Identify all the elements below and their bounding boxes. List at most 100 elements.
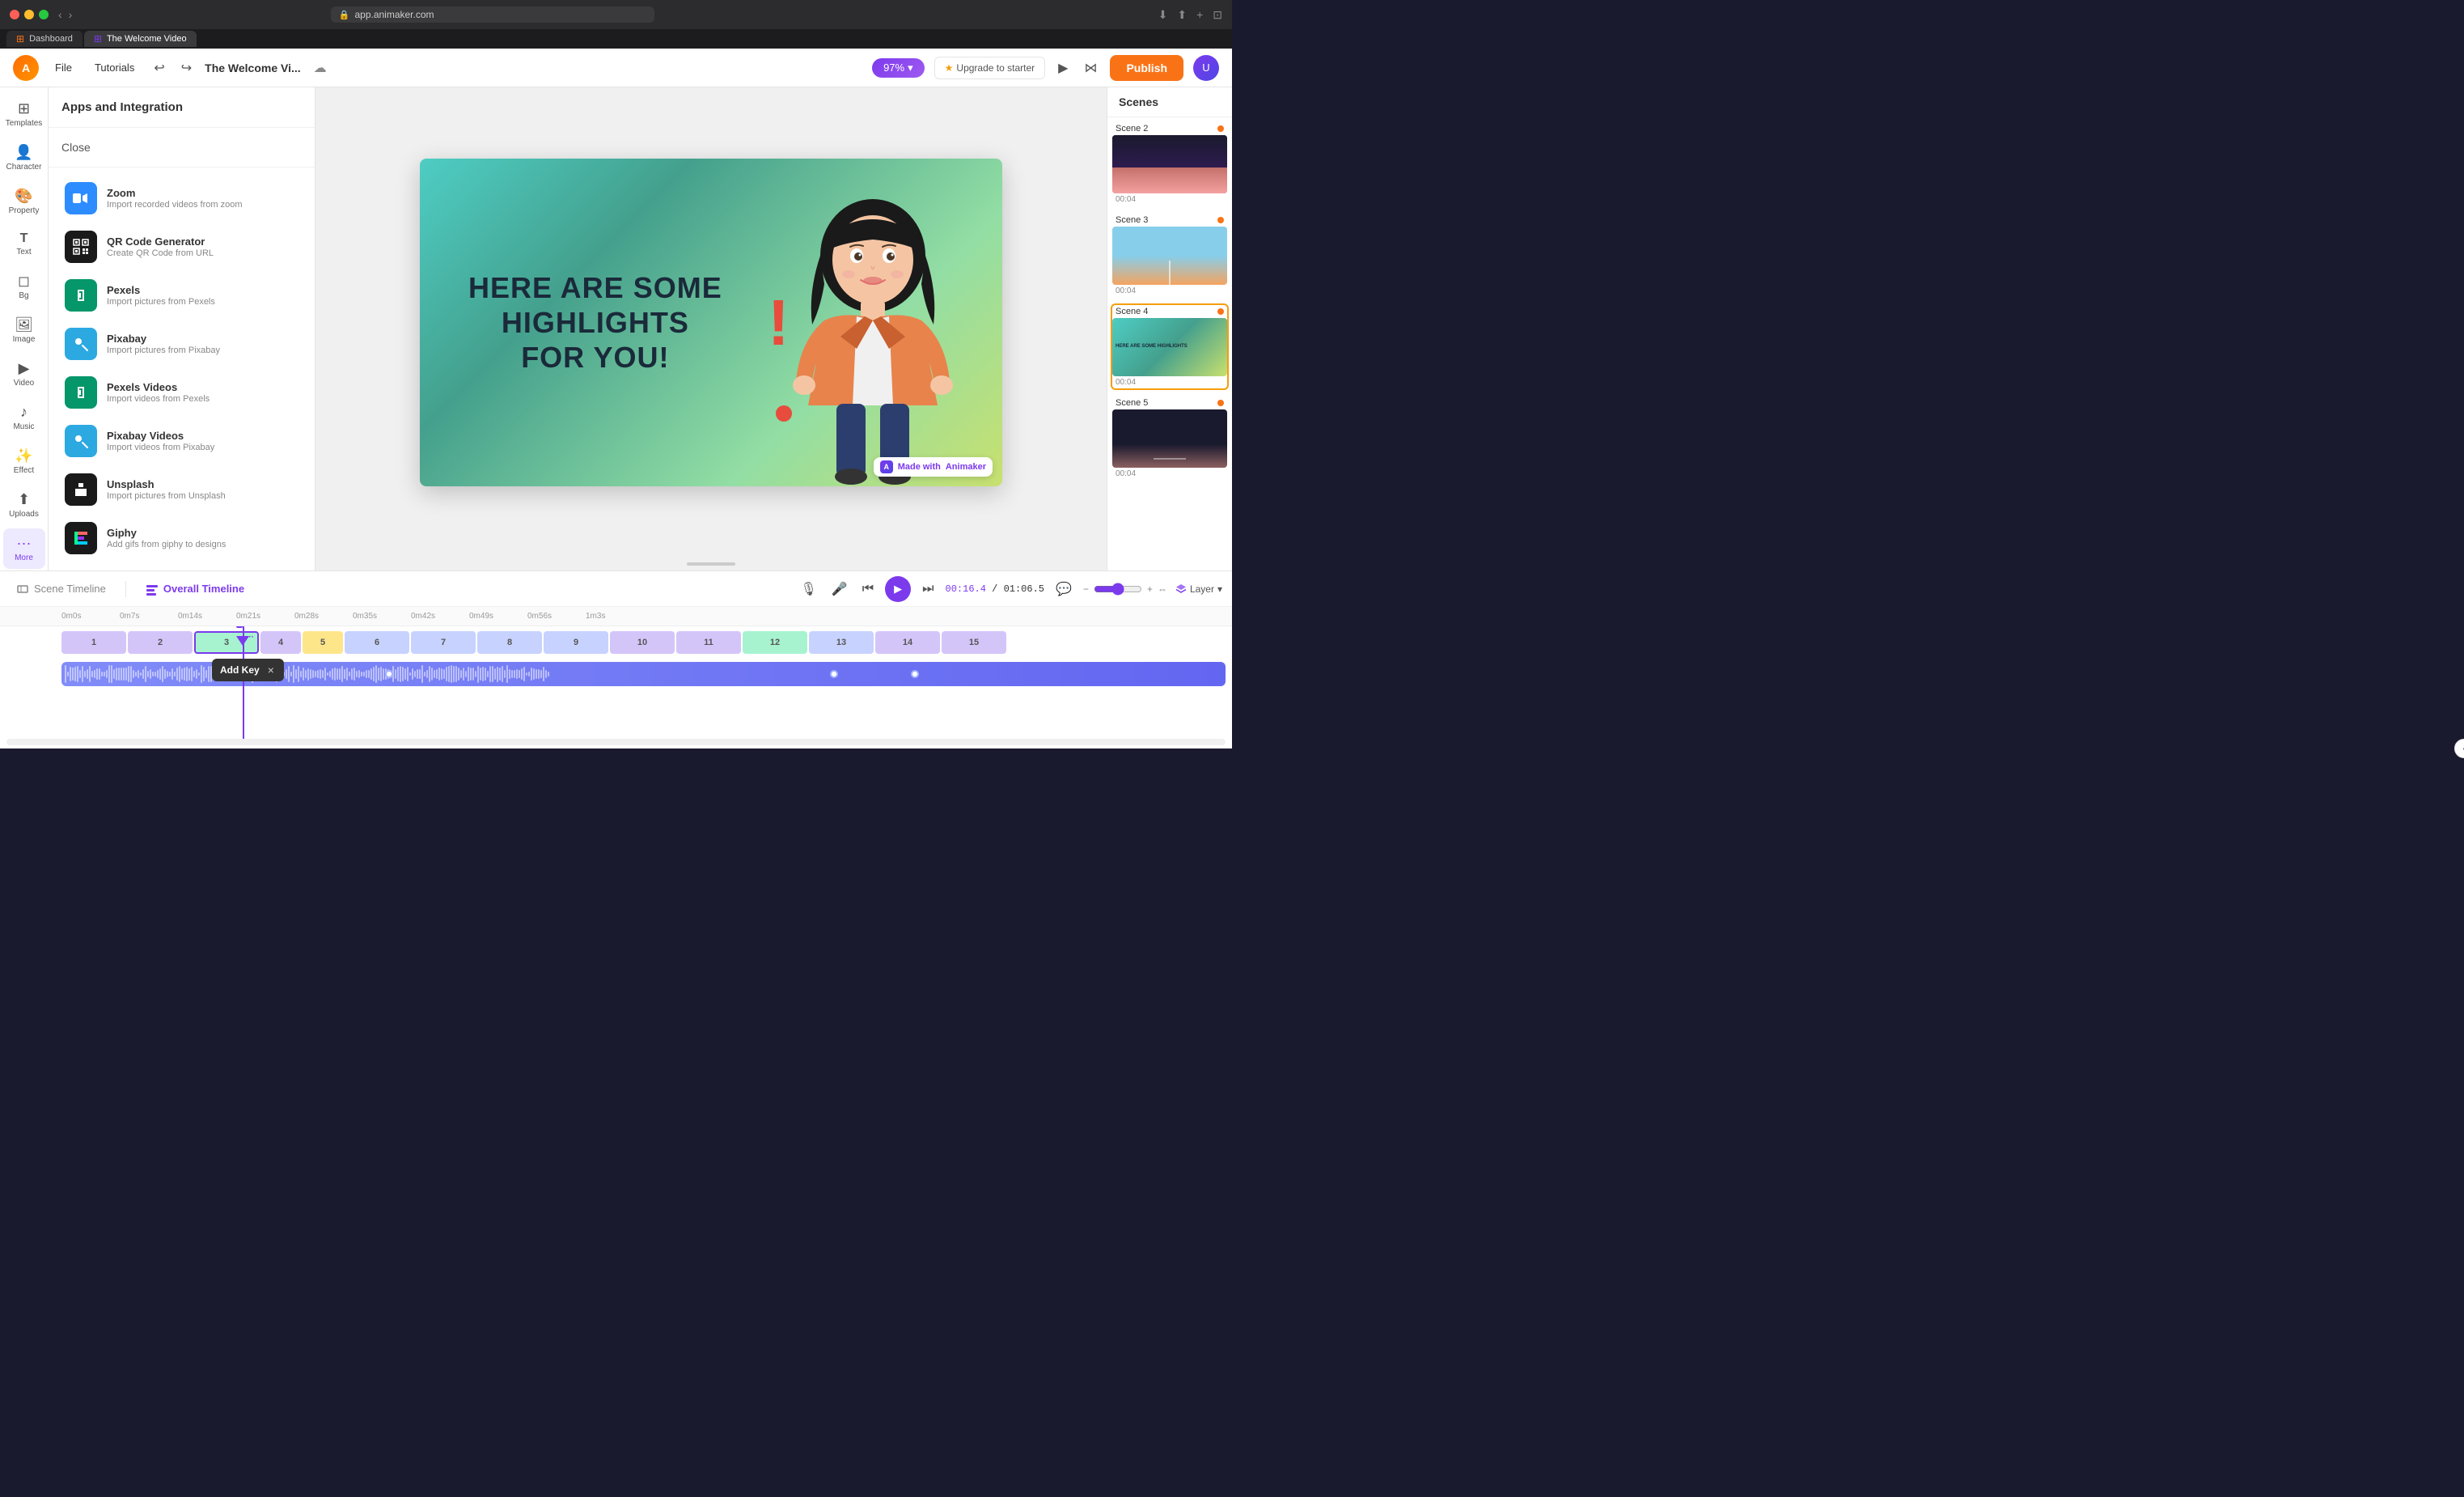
image-label: Image	[13, 335, 36, 344]
fit-icon[interactable]: ⇔	[1158, 583, 1167, 595]
publish-button[interactable]: Publish	[1110, 55, 1183, 81]
clip-8[interactable]: 8	[477, 631, 542, 654]
download-icon[interactable]: ⬇	[1158, 8, 1168, 22]
user-avatar[interactable]: U	[1193, 55, 1219, 81]
sidebar-item-uploads[interactable]: ⬆ Uploads	[3, 485, 45, 525]
add-key-label: Add Key	[220, 664, 260, 676]
sidebar-item-property[interactable]: 🎨 Property	[3, 181, 45, 222]
app-item-zoom[interactable]: Zoom Import recorded videos from zoom	[55, 174, 308, 223]
scene-audio-button[interactable]: 🎙	[797, 578, 819, 600]
app-item-qr[interactable]: QR Code Generator Create QR Code from UR…	[55, 223, 308, 271]
clip-1[interactable]: 1	[61, 631, 126, 654]
zoom-slider: − + ⇔	[1083, 583, 1167, 596]
pexels-app-name: Pexels	[107, 284, 215, 296]
scene-item-3[interactable]: Scene 3 00:04	[1111, 212, 1229, 299]
sidebar-item-more[interactable]: ··· More	[3, 528, 45, 569]
minimize-window[interactable]	[24, 10, 34, 19]
clip-7[interactable]: 7	[411, 631, 476, 654]
canvas-text-line3: FOR YOU!	[468, 340, 722, 375]
scene-item-4[interactable]: Scene 4 HERE ARE SOME HIGHLIGHTS 00:04	[1111, 303, 1229, 390]
clip-4[interactable]: 4	[260, 631, 301, 654]
scene-item-5[interactable]: Scene 5 00:04	[1111, 395, 1229, 481]
dashboard-tab[interactable]: ⊞ Dashboard	[6, 31, 83, 47]
app-logo: A	[13, 55, 39, 81]
play-button[interactable]: ▶	[885, 576, 911, 602]
audio-keyframe-3[interactable]	[830, 670, 838, 678]
qr-app-name: QR Code Generator	[107, 235, 214, 248]
sidebar-item-text[interactable]: T Text	[3, 225, 45, 263]
caption-button[interactable]: 💬	[1052, 578, 1075, 600]
close-panel-button[interactable]: Close	[61, 138, 91, 157]
undo-button[interactable]: ↩	[150, 57, 167, 79]
clip-12[interactable]: 12	[743, 631, 807, 654]
zoom-level[interactable]: 97% ▾	[872, 58, 925, 78]
character-icon: 👤	[15, 144, 32, 161]
skip-forward-button[interactable]: ⏭	[919, 579, 937, 600]
music-label: Music	[13, 422, 34, 431]
forward-button[interactable]: ›	[69, 8, 73, 21]
redo-button[interactable]: ↪	[178, 57, 195, 79]
scene-item-2[interactable]: Scene 2 00:04	[1111, 121, 1229, 207]
audio-keyframe-2[interactable]	[385, 670, 393, 678]
audio-keyframe-4[interactable]	[911, 670, 919, 678]
back-button[interactable]: ‹	[58, 8, 62, 21]
canvas-text-line1: HERE ARE SOME	[468, 270, 722, 305]
app-item-unsplash[interactable]: Unsplash Import pictures from Unsplash	[55, 465, 308, 514]
timeline-scrollbar[interactable]	[6, 739, 1226, 745]
mic-button[interactable]: 🎤	[828, 578, 851, 600]
tutorials-menu[interactable]: Tutorials	[88, 58, 141, 77]
app-item-pexels-video[interactable]: Pexels Videos Import videos from Pexels	[55, 368, 308, 417]
share-icon[interactable]: ⬆	[1177, 8, 1187, 22]
templates-label: Templates	[6, 119, 43, 128]
zoom-in-icon[interactable]: +	[1147, 583, 1153, 595]
address-bar[interactable]: 🔒 app.animaker.com	[331, 6, 654, 23]
share-button[interactable]: ⋈	[1081, 57, 1100, 79]
timeline-zoom-slider[interactable]	[1094, 583, 1142, 596]
canvas-text-line2: HIGHLIGHTS	[468, 305, 722, 340]
overall-timeline-tab[interactable]: Overall Timeline	[139, 579, 251, 599]
clip-10[interactable]: 10	[610, 631, 675, 654]
clip-11[interactable]: 11	[676, 631, 741, 654]
canvas-character	[776, 179, 970, 486]
clip-6[interactable]: 6	[345, 631, 409, 654]
scene4-thumbnail: HERE ARE SOME HIGHLIGHTS	[1112, 318, 1227, 376]
welcome-video-tab[interactable]: ⊞ The Welcome Video	[84, 31, 197, 47]
zoom-out-icon[interactable]: −	[1083, 583, 1089, 595]
skip-back-button[interactable]: ⏮	[859, 579, 877, 600]
close-window[interactable]	[10, 10, 19, 19]
overall-timeline-label: Overall Timeline	[163, 583, 244, 595]
save-icon[interactable]: ☁	[314, 60, 327, 76]
sidebar-item-video[interactable]: ▶ Video	[3, 354, 45, 394]
sidebar-item-character[interactable]: 👤 Character	[3, 138, 45, 178]
new-tab-icon[interactable]: +	[1196, 8, 1203, 22]
sidebar-item-templates[interactable]: ⊞ Templates	[3, 94, 45, 134]
clip-15[interactable]: 15	[942, 631, 1006, 654]
clip-2[interactable]: 2	[128, 631, 193, 654]
app-item-pexels[interactable]: Pexels Import pictures from Pexels	[55, 271, 308, 320]
maximize-window[interactable]	[39, 10, 49, 19]
extensions-icon[interactable]: ⊡	[1213, 8, 1222, 22]
clip-5[interactable]: 5	[303, 631, 343, 654]
apps-panel-header: Apps and Integration	[49, 87, 315, 128]
sidebar-item-effect[interactable]: ✨ Effect	[3, 441, 45, 481]
app-item-giphy[interactable]: Giphy Add gifs from giphy to designs	[55, 514, 308, 562]
upgrade-button[interactable]: ★ Upgrade to starter	[934, 57, 1045, 79]
browser-chrome: ‹ › 🔒 app.animaker.com ⬇ ⬆ + ⊡ ⊞ Dashboa…	[0, 0, 1232, 49]
canvas-frame[interactable]: HERE ARE SOME HIGHLIGHTS FOR YOU! !	[420, 159, 1002, 486]
pexels-video-app-desc: Import videos from Pexels	[107, 394, 210, 404]
clip-9[interactable]: 9	[544, 631, 608, 654]
sidebar-item-image[interactable]: 🖼 Image	[3, 310, 45, 350]
layer-button[interactable]: Layer ▾	[1175, 583, 1222, 595]
canvas-scroll-handle[interactable]	[687, 562, 735, 566]
sidebar-item-bg[interactable]: ◻ Bg	[3, 266, 45, 307]
app-item-pixabay[interactable]: Pixabay Import pictures from Pixabay	[55, 320, 308, 368]
add-key-close-button[interactable]: ×	[266, 664, 276, 676]
sidebar-item-music[interactable]: ♪ Music	[3, 397, 45, 438]
clip-13[interactable]: 13	[809, 631, 874, 654]
scene-timeline-tab[interactable]: Scene Timeline	[10, 579, 112, 599]
app-item-pixabay-video[interactable]: Pixabay Videos Import videos from Pixaba…	[55, 417, 308, 465]
clip-14[interactable]: 14	[875, 631, 940, 654]
more-icon: ···	[17, 535, 32, 552]
file-menu[interactable]: File	[49, 58, 78, 77]
play-preview-button[interactable]: ▶	[1055, 57, 1071, 79]
